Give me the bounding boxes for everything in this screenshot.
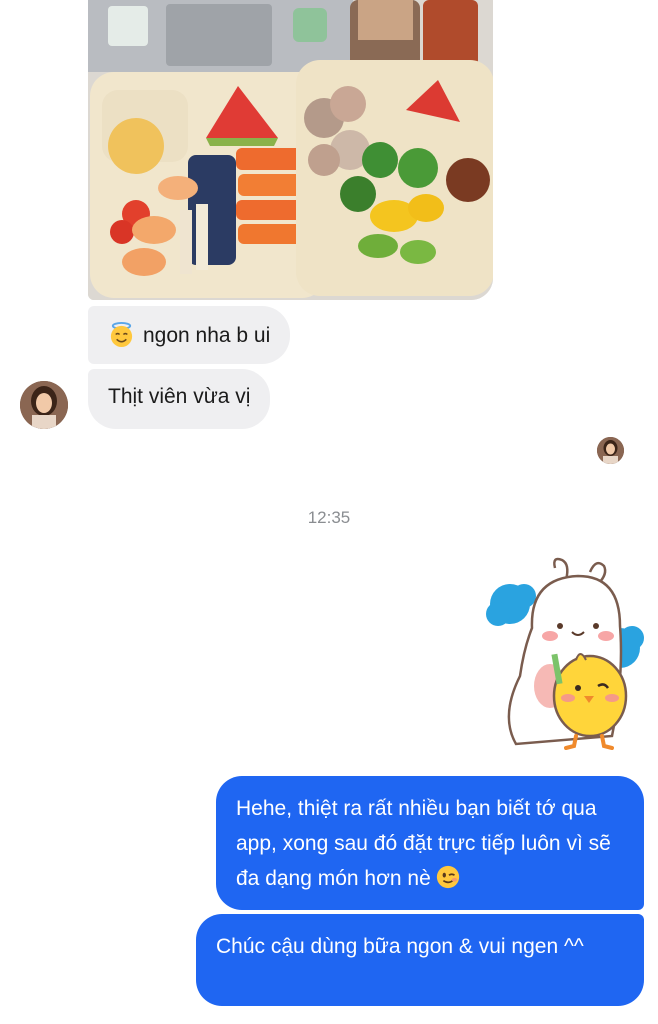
message-text: Thịt viên vừa vị bbox=[108, 385, 251, 408]
photo-message[interactable] bbox=[88, 0, 493, 300]
contact-avatar[interactable] bbox=[20, 381, 68, 429]
message-timestamp: 12:35 bbox=[307, 508, 351, 527]
message-text: ngon nha b ui bbox=[143, 324, 271, 347]
bunny-chick-sticker-icon bbox=[486, 557, 644, 750]
message-text: Chúc cậu dùng bữa ngon & vui ngen ^^ bbox=[216, 935, 584, 958]
incoming-message-bubble[interactable]: ngon nha b ui bbox=[88, 306, 291, 364]
seen-indicator-avatar bbox=[597, 437, 624, 464]
profile-photo bbox=[20, 381, 68, 429]
sticker-message[interactable] bbox=[480, 556, 648, 756]
profile-photo bbox=[597, 437, 624, 464]
food-photo-image bbox=[88, 0, 493, 300]
outgoing-message-bubble[interactable]: Hehe, thiệt ra rất nhiều bạn biết tớ qua… bbox=[216, 776, 644, 910]
outgoing-message-bubble[interactable]: Chúc cậu dùng bữa ngon & vui ngen ^^ bbox=[196, 914, 644, 1006]
winking-face-icon bbox=[436, 865, 459, 889]
smiling-face-with-halo-icon bbox=[110, 321, 133, 348]
incoming-message-bubble[interactable]: Thịt viên vừa vị bbox=[88, 369, 271, 429]
message-text: Hehe, thiệt ra rất nhiều bạn biết tớ qua… bbox=[236, 797, 611, 890]
